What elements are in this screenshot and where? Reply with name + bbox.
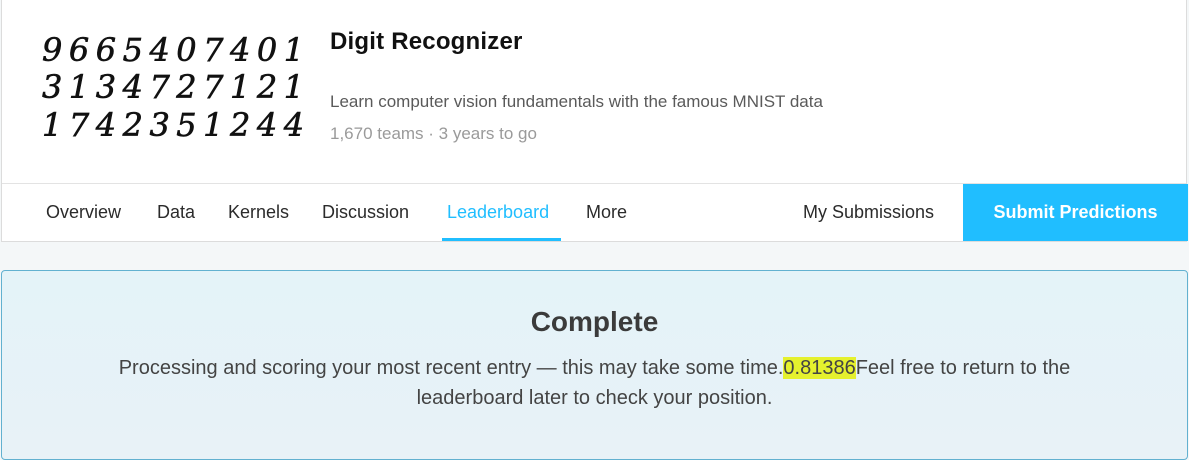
thumbnail-row-2: 3134727121 xyxy=(42,68,302,106)
status-title: Complete xyxy=(530,306,659,337)
tab-discussion[interactable]: Discussion xyxy=(322,184,409,241)
thumbnail-row-3: 1742351244 xyxy=(42,106,302,144)
tab-more[interactable]: More xyxy=(586,184,627,241)
handwritten-digits-image: 9665407401 3134727121 1742351244 xyxy=(42,31,302,145)
thumbnail-row-1: 9665407401 xyxy=(42,31,302,69)
competition-meta: 1,670 teams · 3 years to go xyxy=(330,124,537,143)
my-submissions-link[interactable]: My Submissions xyxy=(803,184,934,240)
tab-kernels[interactable]: Kernels xyxy=(228,184,289,241)
competition-header: 9665407401 3134727121 1742351244 Digit R… xyxy=(1,0,1188,242)
submit-predictions-button[interactable]: Submit Predictions xyxy=(963,184,1188,241)
status-message: Processing and scoring your most recent … xyxy=(72,353,1117,413)
competition-thumbnail: 9665407401 3134727121 1742351244 xyxy=(32,28,302,153)
competition-title[interactable]: Digit Recognizer xyxy=(330,28,523,56)
submission-status-panel: Complete Processing and scoring your mos… xyxy=(1,270,1188,460)
tab-data[interactable]: Data xyxy=(157,184,195,241)
active-tab-indicator xyxy=(442,238,561,241)
tab-overview[interactable]: Overview xyxy=(46,184,121,241)
competition-tabs: Overview Data Kernels Discussion Leaderb… xyxy=(2,183,1188,242)
score-value: 0.81386 xyxy=(783,357,856,379)
status-text-before: Processing and scoring your most recent … xyxy=(118,357,784,379)
tab-leaderboard[interactable]: Leaderboard xyxy=(447,184,549,241)
competition-description: Learn computer vision fundamentals with … xyxy=(330,92,823,111)
